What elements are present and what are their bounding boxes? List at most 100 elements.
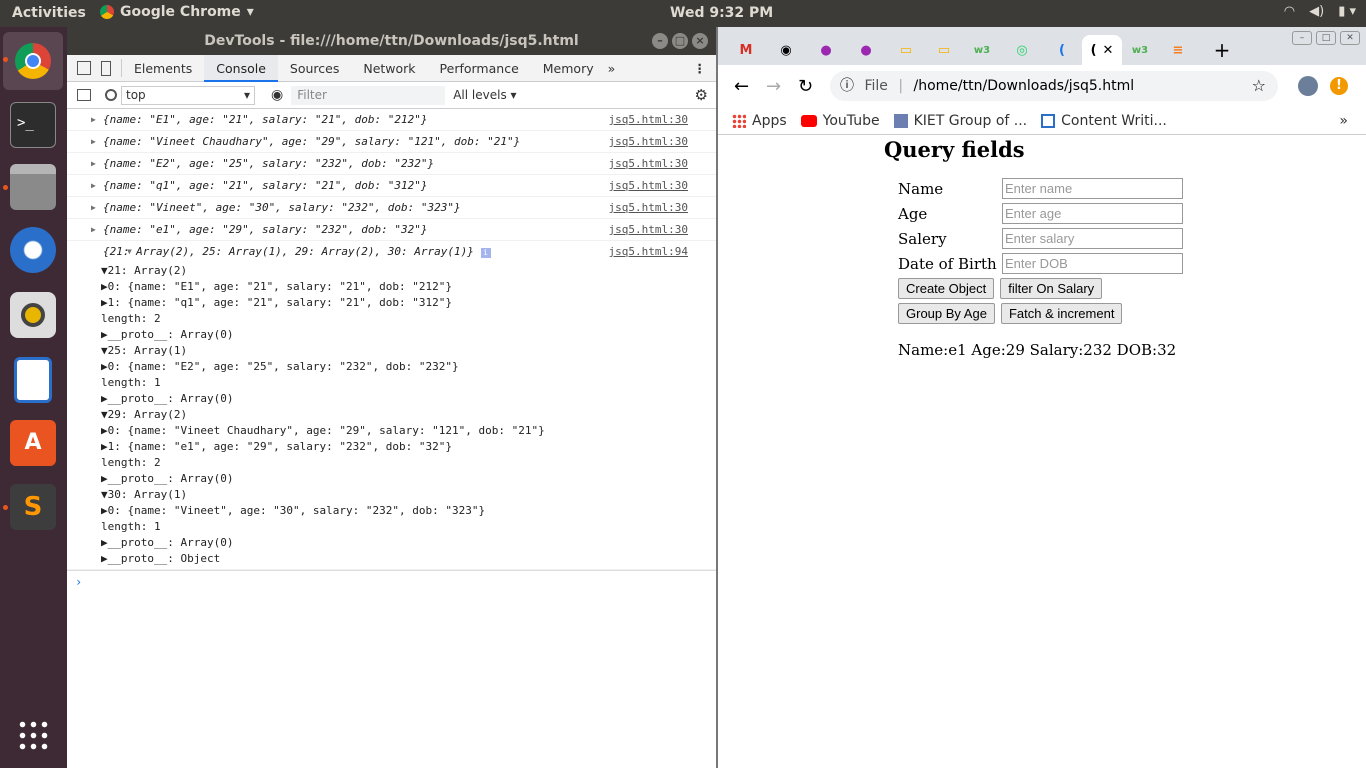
maximize-icon[interactable]: □ <box>672 33 688 49</box>
console-row[interactable]: ▶ {name: "E1", age: "21", salary: "21", d… <box>67 109 716 131</box>
maximize-icon[interactable]: □ <box>1316 31 1336 45</box>
slides-tab-icon[interactable]: ▭ <box>888 35 924 65</box>
source-link[interactable]: jsq5.html:30 <box>609 109 688 131</box>
tree-line[interactable]: ▶0: {name: "E1", age: "21", salary: "21"… <box>101 279 716 295</box>
expand-arrow-icon[interactable]: ▶ <box>91 219 96 241</box>
devtools-titlebar[interactable]: DevTools - file:///home/ttn/Downloads/js… <box>67 27 716 55</box>
tree-line[interactable]: ▶0: {name: "E2", age: "25", salary: "232… <box>101 359 716 375</box>
system-tray[interactable]: ◠ ◀) ▮ ▾ <box>1284 4 1356 19</box>
tree-line[interactable]: ▶__proto__: Object <box>101 551 716 567</box>
profile-avatar[interactable] <box>1298 76 1318 96</box>
tab-elements[interactable]: Elements <box>122 55 204 82</box>
expand-arrow-icon[interactable]: ▶ <box>91 153 96 175</box>
sublime-text-icon[interactable]: S <box>10 484 56 530</box>
source-link[interactable]: jsq5.html:30 <box>609 219 688 241</box>
address-bar[interactable]: ⓘ File | /home/ttn/Downloads/jsq5.html ☆ <box>830 71 1278 101</box>
app-tab-icon[interactable]: ( <box>1044 35 1080 65</box>
tree-line[interactable]: ▶1: {name: "q1", age: "21", salary: "21"… <box>101 295 716 311</box>
show-apps-icon[interactable] <box>17 719 49 751</box>
create-object-button[interactable]: Create Object <box>898 278 995 299</box>
source-link[interactable]: jsq5.html:30 <box>609 175 688 197</box>
expand-arrow-icon[interactable]: ▶ <box>91 175 96 197</box>
more-tabs-icon[interactable]: » <box>608 61 616 76</box>
tree-line[interactable]: ▶1: {name: "e1", age: "29", salary: "232… <box>101 439 716 455</box>
context-selector[interactable]: top ▾ <box>121 85 255 105</box>
thunderbird-icon[interactable] <box>10 227 56 273</box>
new-tab-button[interactable]: + <box>1204 35 1240 65</box>
tree-line[interactable]: ▼30: Array(1) <box>101 487 716 503</box>
salary-input[interactable]: Enter salary <box>1002 228 1183 249</box>
minimize-icon[interactable]: – <box>1292 31 1312 45</box>
tree-line[interactable]: ▶0: {name: "Vineet Chaudhary", age: "29"… <box>101 423 716 439</box>
name-input[interactable]: Enter name <box>1002 178 1183 199</box>
w3schools-tab-icon[interactable]: w3 <box>964 35 1000 65</box>
tree-line[interactable]: length: 1 <box>101 375 716 391</box>
writer-icon[interactable] <box>14 357 52 403</box>
tab-memory[interactable]: Memory <box>531 55 606 82</box>
console-row[interactable]: ▶ {name: "Vineet", age: "30", salary: "23… <box>67 197 716 219</box>
gmail-tab-icon[interactable]: M <box>728 35 764 65</box>
source-link[interactable]: jsq5.html:30 <box>609 131 688 153</box>
alert-icon[interactable]: ! <box>1330 77 1348 95</box>
settings-gear-icon[interactable]: ⚙ <box>695 86 708 104</box>
console-row[interactable]: ▶ {name: "E2", age: "25", salary: "232", … <box>67 153 716 175</box>
tree-line[interactable]: ▶__proto__: Array(0) <box>101 471 716 487</box>
bookmark-star-icon[interactable]: ☆ <box>1252 71 1266 101</box>
inspect-element-icon[interactable] <box>77 61 91 75</box>
close-icon[interactable]: ✕ <box>1340 31 1360 45</box>
console-row[interactable]: ▶ {name: "Vineet Chaudhary", age: "29", s… <box>67 131 716 153</box>
device-toolbar-icon[interactable] <box>101 60 111 76</box>
console-prompt[interactable]: › <box>67 570 716 592</box>
source-link[interactable]: jsq5.html:30 <box>609 197 688 219</box>
grouped-object-entry[interactable]: ▼ {21: Array(2), 25: Array(1), 29: Array(… <box>67 241 716 570</box>
whatsapp-tab-icon[interactable]: ◎ <box>1004 35 1040 65</box>
software-center-icon[interactable]: A <box>10 420 56 466</box>
sidebar-toggle-icon[interactable] <box>77 89 91 101</box>
github-tab-icon[interactable]: ◉ <box>768 35 804 65</box>
terminal-icon[interactable]: >_ <box>10 102 56 148</box>
chrome-launcher-icon[interactable] <box>3 32 63 90</box>
bookmark-kiet[interactable]: KIET Group of ... <box>893 113 1027 129</box>
tree-line[interactable]: ▼21: Array(2) <box>101 263 716 279</box>
collapse-arrow-icon[interactable]: ▼ <box>127 241 132 263</box>
app-tab-icon[interactable]: ● <box>808 35 844 65</box>
tree-line[interactable]: ▼25: Array(1) <box>101 343 716 359</box>
forward-icon[interactable]: → <box>766 76 781 97</box>
info-icon[interactable]: i <box>480 248 491 258</box>
app-menu[interactable]: Google Chrome ▾ <box>100 4 254 20</box>
tree-line[interactable]: ▶0: {name: "Vineet", age: "30", salary: … <box>101 503 716 519</box>
source-link[interactable]: jsq5.html:94 <box>609 241 688 263</box>
tab-performance[interactable]: Performance <box>428 55 531 82</box>
expand-arrow-icon[interactable]: ▶ <box>91 197 96 219</box>
tree-line[interactable]: ▶__proto__: Array(0) <box>101 327 716 343</box>
clear-console-icon[interactable] <box>105 89 117 101</box>
expand-arrow-icon[interactable]: ▶ <box>91 109 96 131</box>
more-bookmarks-icon[interactable]: » <box>1339 113 1348 129</box>
clock[interactable]: Wed 9:32 PM <box>670 5 773 21</box>
tab-sources[interactable]: Sources <box>278 55 351 82</box>
tree-line[interactable]: length: 1 <box>101 519 716 535</box>
kebab-menu-icon[interactable]: ⋮ <box>694 61 707 76</box>
bookmark-apps[interactable]: Apps <box>732 113 787 129</box>
filter-on-salary-button[interactable]: filter On Salary <box>1000 278 1103 299</box>
reload-icon[interactable]: ↻ <box>798 76 813 97</box>
tab-console[interactable]: Console <box>204 54 278 82</box>
rhythmbox-icon[interactable] <box>10 292 56 338</box>
close-icon[interactable]: × <box>692 33 708 49</box>
minimize-icon[interactable]: – <box>652 33 668 49</box>
group-by-age-button[interactable]: Group By Age <box>898 303 995 324</box>
expand-arrow-icon[interactable]: ▶ <box>91 131 96 153</box>
bookmark-youtube[interactable]: YouTube <box>800 113 880 129</box>
stackoverflow-tab-icon[interactable]: ≡ <box>1160 35 1196 65</box>
tree-line[interactable]: length: 2 <box>101 455 716 471</box>
log-levels-dropdown[interactable]: All levels ▾ <box>453 88 516 102</box>
w3schools-tab-icon[interactable]: w3 <box>1122 35 1158 65</box>
source-link[interactable]: jsq5.html:30 <box>609 153 688 175</box>
eye-icon[interactable]: ◉ <box>271 87 283 103</box>
bookmark-content-writing[interactable]: Content Writi... <box>1041 113 1167 129</box>
console-row[interactable]: ▶ {name: "q1", age: "21", salary: "21", d… <box>67 175 716 197</box>
tab-network[interactable]: Network <box>351 55 427 82</box>
tree-line[interactable]: ▶__proto__: Array(0) <box>101 535 716 551</box>
activities-button[interactable]: Activities <box>12 5 86 21</box>
fetch-increment-button[interactable]: Fatch & increment <box>1000 303 1123 324</box>
